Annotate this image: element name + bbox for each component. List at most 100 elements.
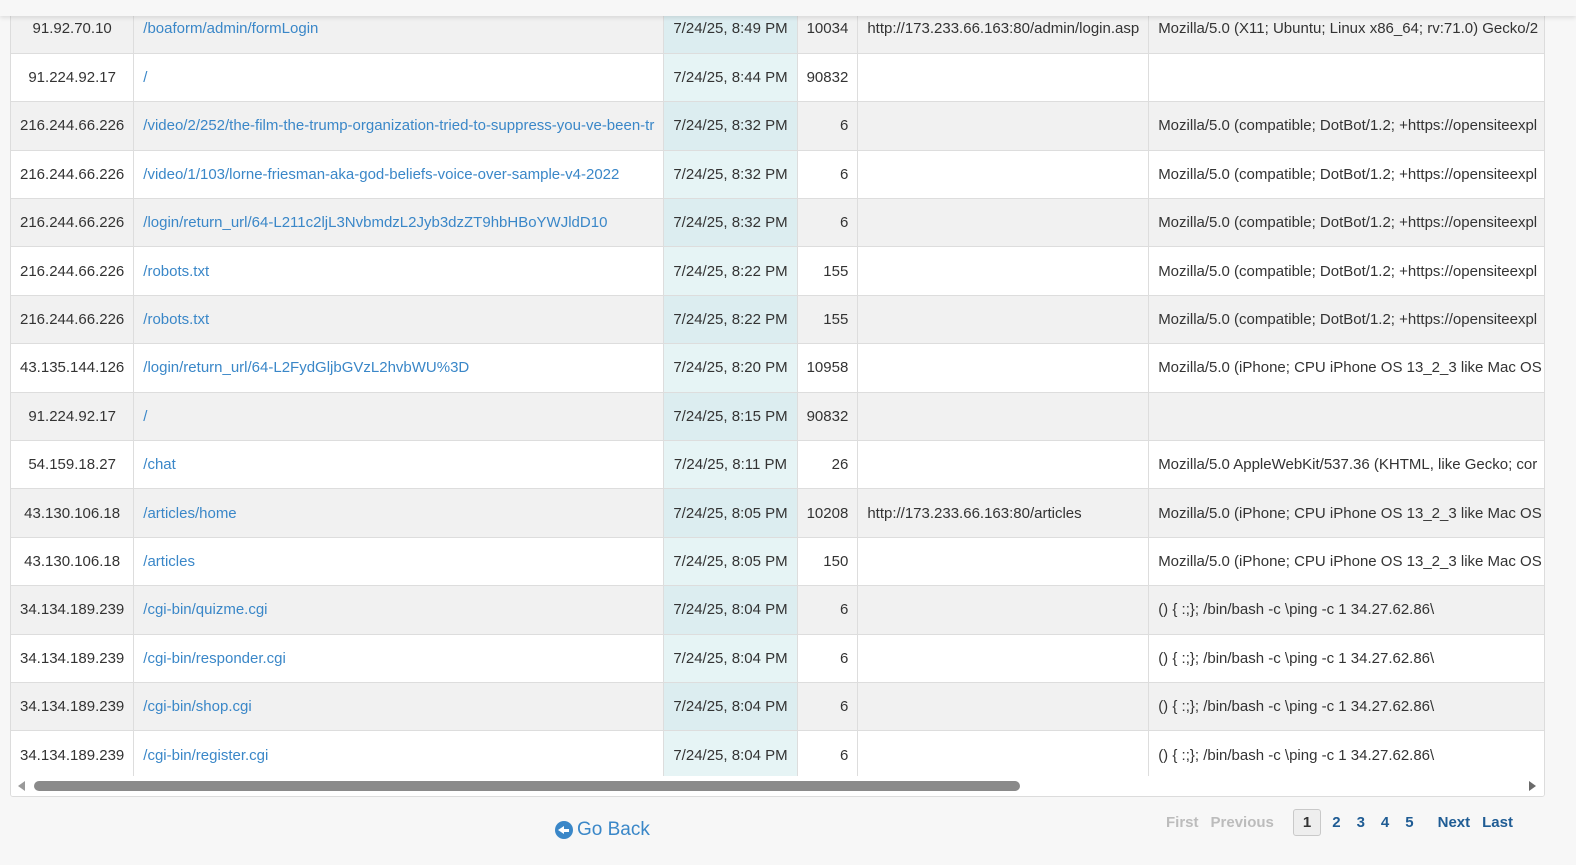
user-agent-cell: Mozilla/5.0 (iPhone; CPU iPhone OS 13_2_… <box>1148 343 1544 393</box>
table-row: 34.134.189.239/cgi-bin/shop.cgi 7/24/25, … <box>11 682 1544 732</box>
pagination-next[interactable]: Next <box>1432 814 1477 831</box>
table-row: 91.224.92.17/7/24/25, 8:15 PM 90832 <box>11 392 1544 442</box>
date-cell: 7/24/25, 8:22 PM <box>663 246 798 296</box>
size-cell: 6 <box>797 198 859 248</box>
user-agent-cell: Mozilla/5.0 (compatible; DotBot/1.2; +ht… <box>1148 246 1544 296</box>
pagination: First Previous 1 2 3 4 5 Next Last <box>1160 808 1519 836</box>
ip-cell: 34.134.189.239 <box>11 634 135 683</box>
go-back-label: Go Back <box>577 819 650 840</box>
path-link[interactable]: /robots.txt <box>133 246 665 296</box>
size-cell: 6 <box>797 634 859 683</box>
date-cell: 7/24/25, 8:15 PM <box>663 392 798 442</box>
date-cell: 7/24/25, 8:32 PM <box>663 198 798 248</box>
referrer-cell <box>857 295 1150 345</box>
scroll-left-icon[interactable] <box>18 781 25 791</box>
pagination-page-5[interactable]: 5 <box>1397 814 1421 831</box>
user-agent-cell: () { :;}; /bin/bash -c \ping -c 1 34.27.… <box>1148 682 1544 732</box>
path-link[interactable]: /cgi-bin/quizme.cgi <box>133 585 665 635</box>
ip-cell: 216.244.66.226 <box>11 198 135 248</box>
pagination-page-3[interactable]: 3 <box>1349 814 1373 831</box>
size-cell: 6 <box>797 730 859 780</box>
size-cell: 10208 <box>797 488 859 538</box>
size-cell: 155 <box>797 295 859 345</box>
referrer-cell <box>857 634 1150 683</box>
horizontal-scrollbar[interactable] <box>11 776 1544 796</box>
path-link[interactable]: /video/1/103/lorne-friesman-aka-god-beli… <box>133 150 665 200</box>
path-link[interactable]: /chat <box>133 440 665 490</box>
ip-cell: 216.244.66.226 <box>11 101 135 151</box>
user-agent-cell: Mozilla/5.0 (compatible; DotBot/1.2; +ht… <box>1148 101 1544 151</box>
table-row: 34.134.189.239/cgi-bin/register.cgi 7/24/… <box>11 730 1544 780</box>
path-link[interactable]: /video/2/252/the-film-the-trump-organiza… <box>133 101 665 151</box>
user-agent-cell <box>1148 392 1544 442</box>
arrow-circle-left-icon <box>555 821 573 839</box>
referrer-cell <box>857 585 1150 635</box>
date-cell: 7/24/25, 8:05 PM <box>663 537 798 587</box>
referrer-cell <box>857 682 1150 732</box>
path-link[interactable]: /articles/home <box>133 488 665 538</box>
ip-cell: 34.134.189.239 <box>11 682 135 732</box>
ip-cell: 91.224.92.17 <box>11 392 135 442</box>
size-cell: 90832 <box>797 53 859 103</box>
referrer-cell <box>857 392 1150 442</box>
ip-cell: 216.244.66.226 <box>11 295 135 345</box>
referrer-cell <box>857 343 1150 393</box>
ip-cell: 216.244.66.226 <box>11 246 135 296</box>
size-cell: 90832 <box>797 392 859 442</box>
size-cell: 26 <box>797 440 859 490</box>
size-cell: 6 <box>797 101 859 151</box>
date-cell: 7/24/25, 8:05 PM <box>663 488 798 538</box>
referrer-cell <box>857 198 1150 248</box>
table-row: 216.244.66.226/video/2/252/the-film-the-… <box>11 101 1544 151</box>
date-cell: 7/24/25, 8:22 PM <box>663 295 798 345</box>
date-cell: 7/24/25, 8:04 PM <box>663 585 798 635</box>
pagination-first[interactable]: First <box>1160 814 1205 831</box>
size-cell: 6 <box>797 585 859 635</box>
access-log-table: 91.92.70.10/boaform/admin/formLogin 7/24/… <box>11 5 1544 780</box>
table-row: 43.130.106.18/articles 7/24/25, 8:05 PM 15… <box>11 537 1544 587</box>
pagination-page-1[interactable]: 1 <box>1292 808 1322 836</box>
table-row: 43.135.144.126/login/return_url/64-L2Fyd… <box>11 343 1544 393</box>
table-row: 34.134.189.239/cgi-bin/quizme.cgi 7/24/25… <box>11 585 1544 635</box>
user-agent-cell: Mozilla/5.0 (compatible; DotBot/1.2; +ht… <box>1148 150 1544 200</box>
size-cell: 6 <box>797 150 859 200</box>
date-cell: 7/24/25, 8:20 PM <box>663 343 798 393</box>
ip-cell: 91.224.92.17 <box>11 53 135 103</box>
path-link[interactable]: /login/return_url/64-L211c2ljL3NvbmdzL2J… <box>133 198 665 248</box>
path-link[interactable]: / <box>133 53 665 103</box>
referrer-cell <box>857 440 1150 490</box>
pagination-page-4[interactable]: 4 <box>1373 814 1397 831</box>
referrer-cell <box>857 730 1150 780</box>
pagination-last[interactable]: Last <box>1476 814 1519 831</box>
path-link[interactable]: /cgi-bin/register.cgi <box>133 730 665 780</box>
date-cell: 7/24/25, 8:04 PM <box>663 634 798 683</box>
path-link[interactable]: /login/return_url/64-L2FydGljbGVzL2hvbWU… <box>133 343 665 393</box>
ip-cell: 34.134.189.239 <box>11 730 135 780</box>
path-link[interactable]: / <box>133 392 665 442</box>
pagination-page-2[interactable]: 2 <box>1324 814 1348 831</box>
date-cell: 7/24/25, 8:04 PM <box>663 682 798 732</box>
referrer-cell <box>857 101 1150 151</box>
date-cell: 7/24/25, 8:44 PM <box>663 53 798 103</box>
path-link[interactable]: /cgi-bin/responder.cgi <box>133 634 665 683</box>
table-row: 43.130.106.18/articles/home 7/24/25, 8:05… <box>11 488 1544 538</box>
date-cell: 7/24/25, 8:04 PM <box>663 730 798 780</box>
go-back-link[interactable]: Go Back <box>555 818 650 842</box>
referrer-cell <box>857 53 1150 103</box>
user-agent-cell: () { :;}; /bin/bash -c \ping -c 1 34.27.… <box>1148 585 1544 635</box>
top-header-bar <box>0 0 1576 16</box>
access-log-body: 91.92.70.10/boaform/admin/formLogin 7/24/… <box>11 5 1544 780</box>
path-link[interactable]: /cgi-bin/shop.cgi <box>133 682 665 732</box>
size-cell: 6 <box>797 682 859 732</box>
date-cell: 7/24/25, 8:32 PM <box>663 101 798 151</box>
path-link[interactable]: /articles <box>133 537 665 587</box>
scrollbar-thumb[interactable] <box>34 781 1020 791</box>
user-agent-cell: () { :;}; /bin/bash -c \ping -c 1 34.27.… <box>1148 634 1544 683</box>
pagination-previous[interactable]: Previous <box>1205 814 1280 831</box>
size-cell: 10958 <box>797 343 859 393</box>
table-row: 216.244.66.226/login/return_url/64-L211c… <box>11 198 1544 248</box>
path-link[interactable]: /robots.txt <box>133 295 665 345</box>
scroll-right-icon[interactable] <box>1529 781 1536 791</box>
ip-cell: 216.244.66.226 <box>11 150 135 200</box>
referrer-cell <box>857 537 1150 587</box>
